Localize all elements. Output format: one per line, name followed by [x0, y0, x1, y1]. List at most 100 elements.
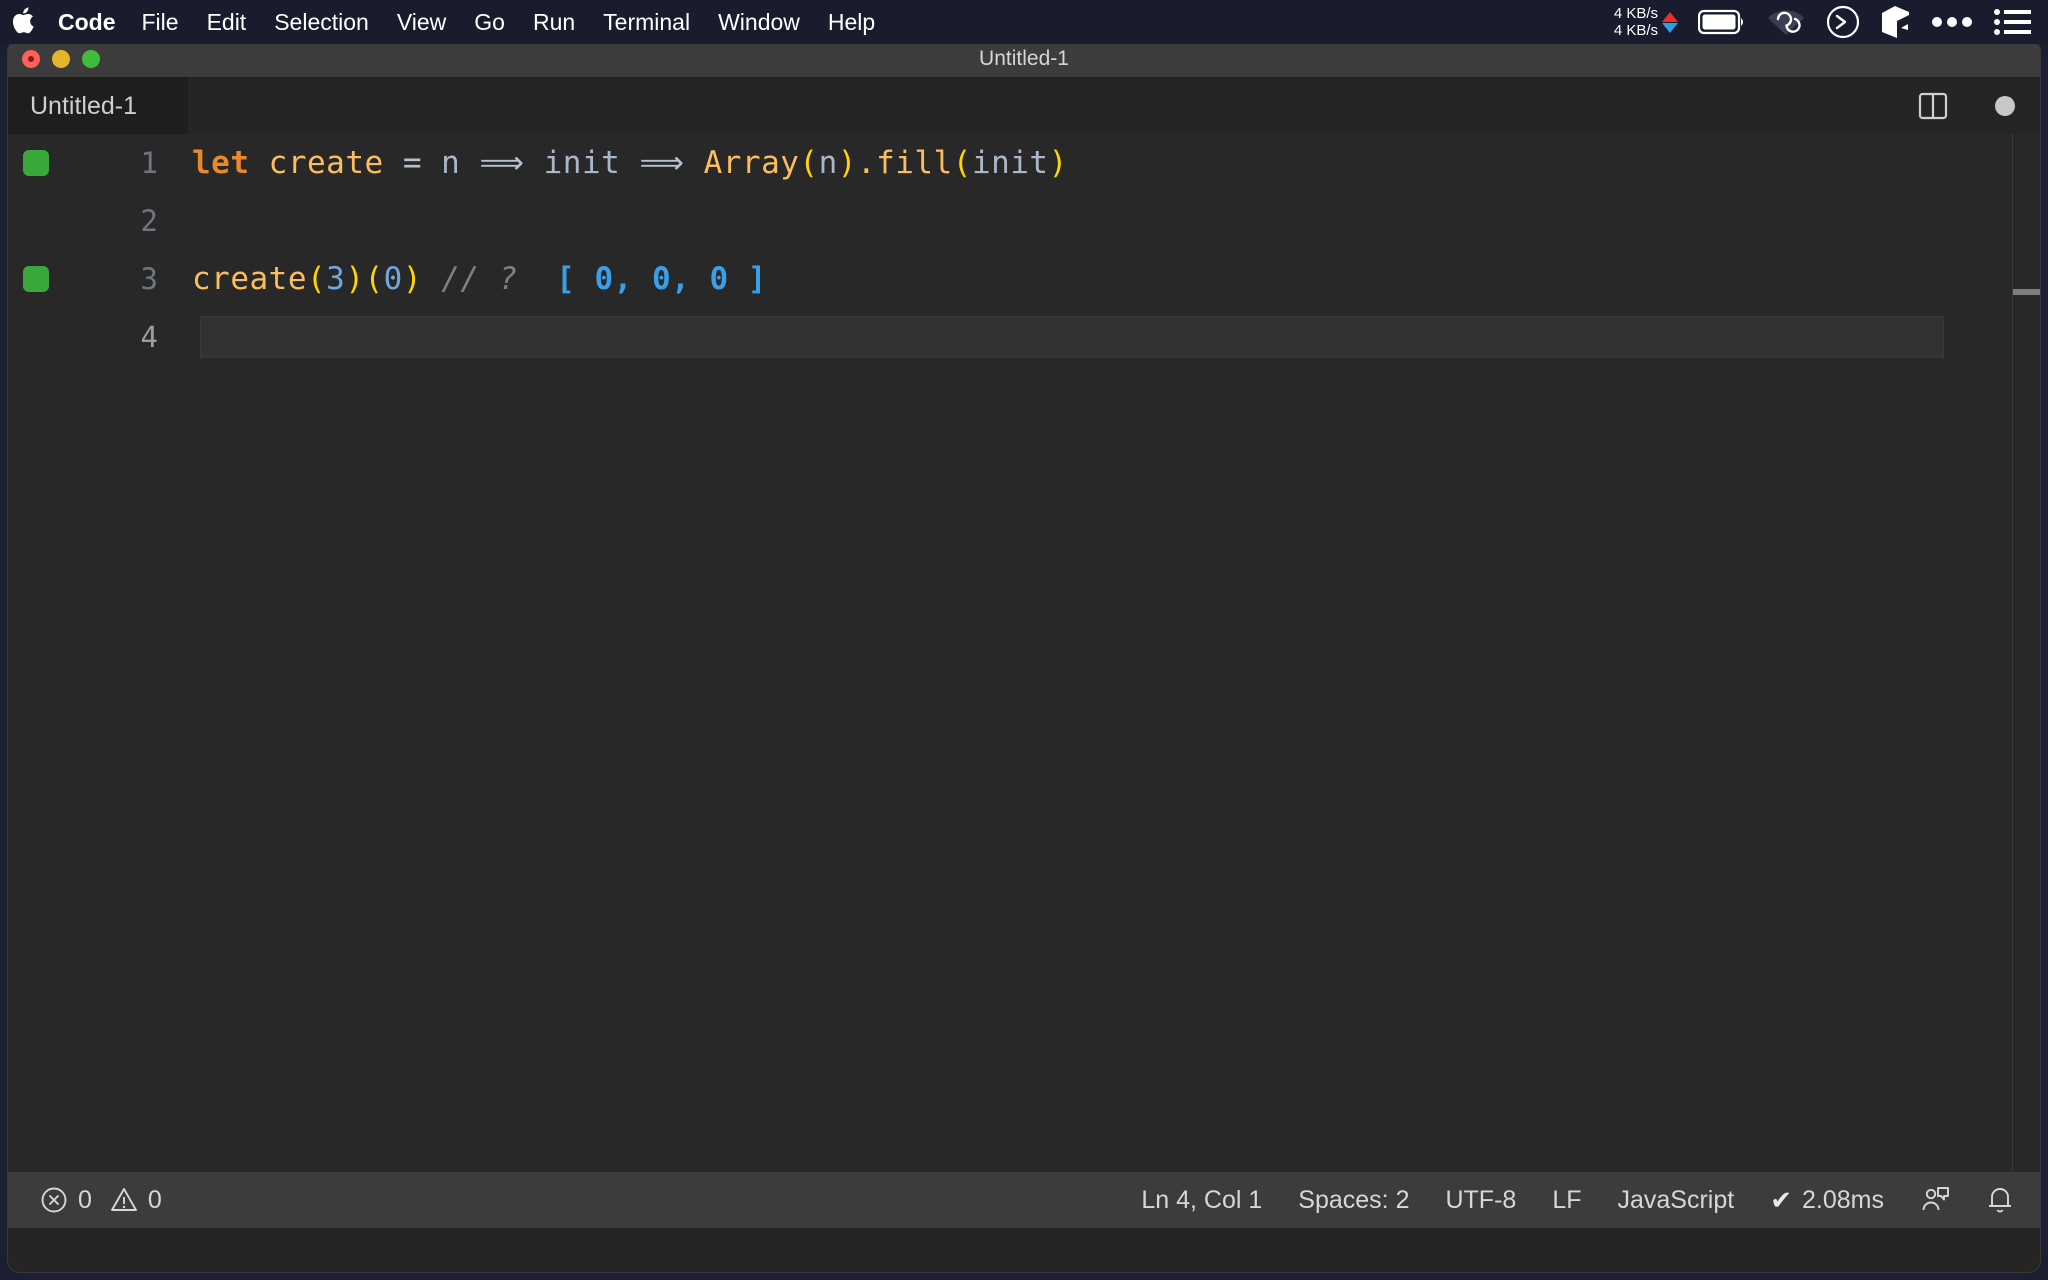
code-text: let create = n ⟹ init ⟹ Array(n).fill(in…	[192, 145, 1068, 181]
code-token: Array	[703, 145, 800, 181]
code-token: create	[268, 145, 384, 181]
scrollbar-thumb[interactable]	[2013, 289, 2040, 295]
run-time: 2.08ms	[1802, 1185, 1884, 1214]
control-center-icon[interactable]	[1994, 0, 2032, 44]
code-editor[interactable]: 1 let create = n ⟹ init ⟹ Array(n).fill(i…	[8, 134, 2040, 1172]
code-line-3[interactable]: 3 create(3)(0) // ? [ 0, 0, 0 ]	[8, 250, 2040, 308]
status-bar-left: 0 0	[8, 1186, 162, 1215]
code-token: ⟹	[479, 145, 525, 181]
menu-item-file[interactable]: File	[128, 0, 193, 44]
apple-logo-icon[interactable]	[0, 0, 46, 44]
editor-overview-ruler[interactable]	[2012, 134, 2040, 1172]
problems-status[interactable]: 0 0	[40, 1186, 162, 1215]
check-icon: ✔	[1770, 1184, 1793, 1215]
shell-prompt-icon[interactable]	[1826, 0, 1860, 44]
code-token: n	[818, 145, 838, 181]
encoding-status[interactable]: UTF-8	[1445, 1186, 1516, 1215]
code-token: =	[402, 145, 422, 181]
unsaved-indicator-dot	[1995, 96, 2015, 116]
line-number: 4	[140, 320, 158, 354]
status-bar: 0 0 Ln 4, Col 1 Spaces: 2 UTF-8 LF JavaS…	[8, 1172, 2040, 1228]
line-number: 2	[140, 204, 158, 238]
menu-item-selection[interactable]: Selection	[260, 0, 383, 44]
network-download-speed: 4 KB/s	[1613, 22, 1658, 39]
code-line-2[interactable]: 2	[8, 192, 2040, 250]
code-token: (	[364, 261, 384, 297]
code-token: 3	[326, 261, 346, 297]
minimize-button[interactable]	[52, 50, 70, 68]
network-speed-indicator[interactable]: 4 KB/s 4 KB/s	[1614, 5, 1678, 39]
menu-bar-items: Code File Edit Selection View Go Run Ter…	[0, 0, 889, 44]
more-actions-icon[interactable]	[1988, 89, 2022, 123]
indentation-status[interactable]: Spaces: 2	[1298, 1186, 1409, 1215]
gutter-decoration[interactable]	[8, 266, 64, 292]
editor-tab-bar: Untitled-1	[8, 78, 2040, 134]
cube-icon[interactable]	[1880, 0, 1910, 44]
window-title: Untitled-1	[979, 46, 1069, 70]
menu-item-terminal[interactable]: Terminal	[589, 0, 704, 44]
menu-item-run[interactable]: Run	[519, 0, 589, 44]
gutter-decoration[interactable]	[8, 150, 64, 176]
notifications-bell-icon[interactable]	[1986, 1185, 2014, 1215]
code-token: (	[306, 261, 327, 297]
download-arrow-icon	[1662, 22, 1678, 33]
tab-untitled-1[interactable]: Untitled-1	[8, 78, 188, 134]
traffic-lights	[22, 40, 100, 78]
code-token: )	[345, 261, 365, 297]
menu-bar-status-items: 4 KB/s 4 KB/s	[1614, 0, 2048, 44]
code-token: )	[402, 261, 423, 297]
eol-status[interactable]: LF	[1552, 1186, 1581, 1215]
line-number: 1	[140, 146, 158, 180]
menu-item-code[interactable]: Code	[46, 0, 128, 44]
quokka-executed-marker-icon	[23, 266, 49, 292]
language-mode-status[interactable]: JavaScript	[1618, 1186, 1735, 1215]
code-token: .	[856, 145, 877, 181]
menu-item-go[interactable]: Go	[460, 0, 519, 44]
code-text: create(3)(0) // ? [ 0, 0, 0 ]	[192, 261, 767, 297]
tab-bar-filler	[188, 78, 2040, 134]
window-titlebar: Untitled-1	[8, 40, 2040, 78]
code-token: // ?	[441, 261, 518, 297]
code-token: 0	[383, 261, 403, 297]
code-line-4[interactable]: 4	[8, 308, 2040, 366]
warning-count: 0	[147, 1185, 162, 1214]
active-line-highlight	[200, 316, 1944, 358]
maximize-button[interactable]	[82, 50, 100, 68]
close-button[interactable]	[22, 50, 40, 68]
wifi-vpn-icon[interactable]	[1766, 0, 1806, 44]
code-token: n	[441, 145, 461, 181]
error-circle-icon	[40, 1186, 68, 1214]
editor-actions	[1916, 78, 2022, 134]
battery-icon[interactable]	[1698, 0, 1746, 44]
error-count: 0	[78, 1185, 92, 1214]
status-bar-right: Ln 4, Col 1 Spaces: 2 UTF-8 LF JavaScrip…	[1141, 1185, 2040, 1216]
code-token: (	[799, 145, 819, 181]
menu-item-window[interactable]: Window	[704, 0, 814, 44]
upload-arrow-icon	[1662, 11, 1678, 22]
feedback-icon[interactable]	[1920, 1185, 1950, 1215]
code-token: create	[192, 261, 307, 297]
code-token: ⟹	[639, 145, 685, 181]
menu-item-view[interactable]: View	[383, 0, 460, 44]
cursor-position-status[interactable]: Ln 4, Col 1	[1141, 1186, 1262, 1215]
menu-item-help[interactable]: Help	[814, 0, 889, 44]
quokka-executed-marker-icon	[23, 150, 49, 176]
network-upload-speed: 4 KB/s	[1613, 5, 1658, 22]
code-line-1[interactable]: 1 let create = n ⟹ init ⟹ Array(n).fill(i…	[8, 134, 2040, 192]
quokka-run-status[interactable]: ✔ 2.08ms	[1770, 1185, 1884, 1216]
menu-item-edit[interactable]: Edit	[193, 0, 261, 44]
vscode-window: Untitled-1 Untitled-1 1 let create = n ⟹ …	[8, 40, 2040, 1272]
code-token: fill	[876, 145, 953, 181]
ellipsis-icon[interactable]	[1930, 0, 1974, 44]
macos-menu-bar: Code File Edit Selection View Go Run Ter…	[0, 0, 2048, 44]
code-token: let	[192, 145, 250, 181]
split-editor-icon[interactable]	[1916, 89, 1950, 123]
